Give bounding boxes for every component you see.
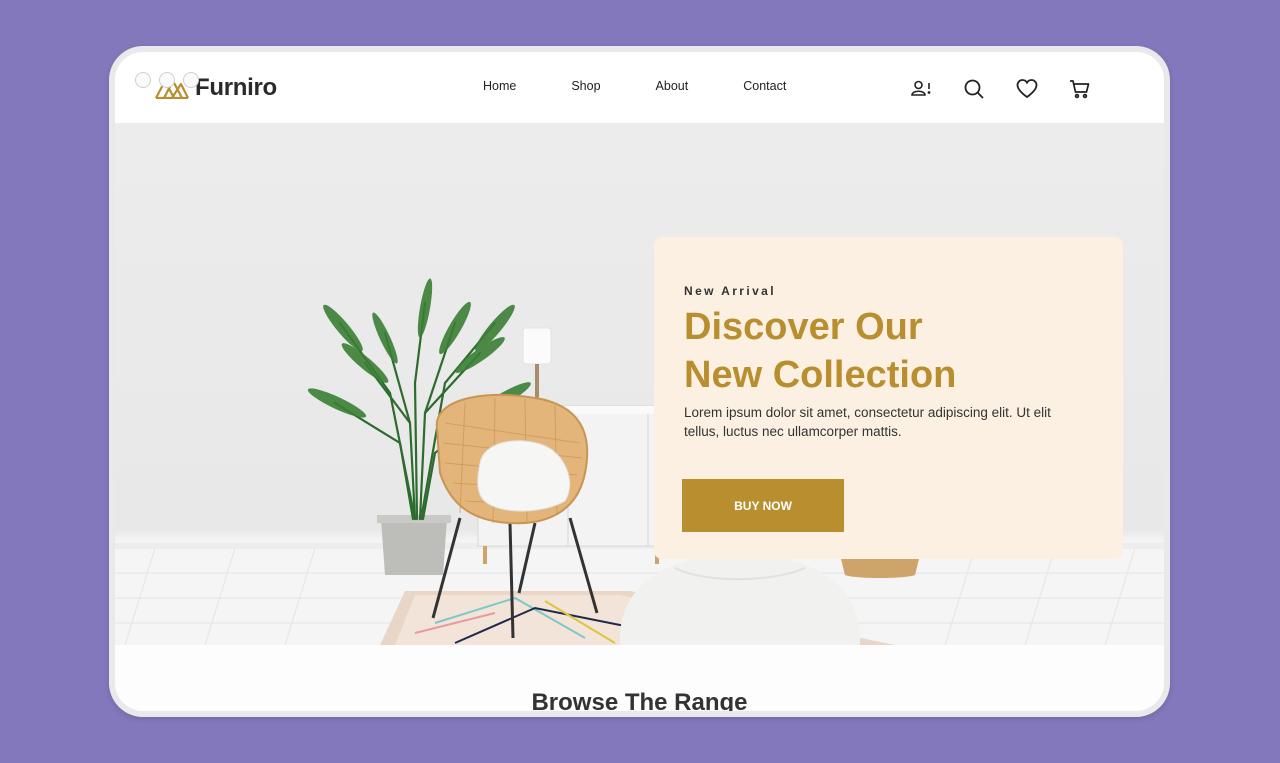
promo-card: New Arrival Discover Our New Collection … <box>654 237 1123 559</box>
nav-home[interactable]: Home <box>483 79 516 93</box>
section-title: Browse The Range <box>531 689 748 711</box>
promo-headline: Discover Our New Collection <box>684 303 1104 399</box>
brand-name: Furniro <box>195 74 277 101</box>
hero-banner: New Arrival Discover Our New Collection … <box>115 123 1164 645</box>
promo-eyebrow: New Arrival <box>684 284 776 298</box>
cart-icon[interactable] <box>1069 78 1091 100</box>
window-close-button[interactable] <box>135 72 151 88</box>
window-minimize-button[interactable] <box>159 72 175 88</box>
site-header: Furniro Home Shop About Contact <box>115 52 1164 123</box>
window-controls <box>135 72 199 88</box>
header-actions <box>910 78 1091 100</box>
promo-headline-line1: Discover Our <box>684 306 923 348</box>
nav-contact[interactable]: Contact <box>743 79 786 93</box>
user-alert-icon[interactable] <box>910 78 932 100</box>
nav-about[interactable]: About <box>656 79 689 93</box>
buy-now-button[interactable]: BUY NOW <box>682 479 844 532</box>
device-frame: Furniro Home Shop About Contact New Arri… <box>109 46 1170 717</box>
window-maximize-button[interactable] <box>183 72 199 88</box>
heart-icon[interactable] <box>1016 78 1038 100</box>
browser-window: Furniro Home Shop About Contact New Arri… <box>115 52 1164 711</box>
promo-headline-line2: New Collection <box>684 354 957 396</box>
main-nav: Home Shop About Contact <box>483 79 841 93</box>
promo-description: Lorem ipsum dolor sit amet, consectetur … <box>684 405 1051 439</box>
nav-shop[interactable]: Shop <box>571 79 600 93</box>
search-icon[interactable] <box>963 78 985 100</box>
